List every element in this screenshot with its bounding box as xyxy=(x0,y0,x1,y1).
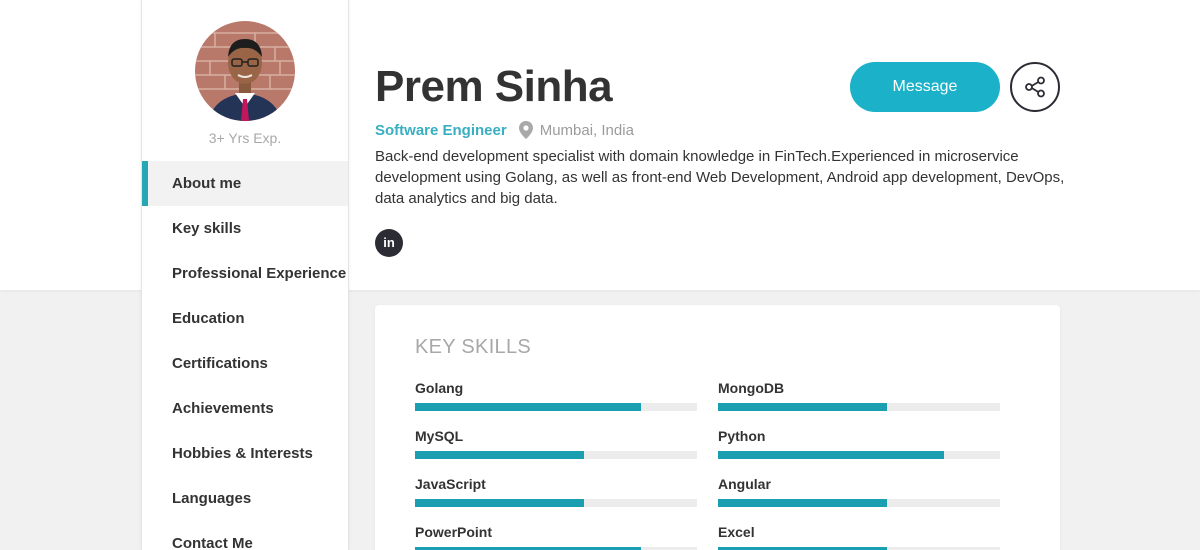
skill-name: Golang xyxy=(415,380,464,396)
skill-name: JavaScript xyxy=(415,476,486,492)
job-title: Software Engineer xyxy=(375,121,507,139)
profile-name: Prem Sinha xyxy=(375,62,613,111)
linkedin-icon[interactable]: in xyxy=(375,229,403,257)
sidebar-item-education[interactable]: Education xyxy=(142,296,348,341)
profile-bio: Back-end development specialist with dom… xyxy=(375,148,1065,207)
role-location-line: Software Engineer Mumbai, India xyxy=(375,120,634,140)
skill-bar xyxy=(415,403,697,411)
sidebar-item-professional-experience[interactable]: Professional Experience xyxy=(142,251,348,296)
skill-bar xyxy=(718,499,1000,507)
share-button[interactable] xyxy=(1010,62,1060,112)
key-skills-card: KEY SKILLS Golang MongoDB MySQL Python J… xyxy=(375,305,1060,550)
skill-name: MongoDB xyxy=(718,380,785,396)
key-skills-title: KEY SKILLS xyxy=(415,336,532,358)
skill-bar-fill xyxy=(415,451,585,459)
sidebar: 3+ Yrs Exp. About me Key skills Professi… xyxy=(141,0,349,550)
avatar xyxy=(195,21,295,121)
sidebar-item-hobbies-interests[interactable]: Hobbies & Interests xyxy=(142,431,348,476)
skill-name: PowerPoint xyxy=(415,524,493,540)
sidebar-item-certifications[interactable]: Certifications xyxy=(142,341,348,386)
skill-name: Excel xyxy=(718,524,755,540)
skill-item: MySQL xyxy=(415,428,697,459)
sidebar-item-about-me[interactable]: About me xyxy=(142,161,348,206)
skill-bar xyxy=(415,499,697,507)
skill-item: PowerPoint xyxy=(415,524,697,550)
skill-bar-fill xyxy=(415,499,585,507)
skill-name: Python xyxy=(718,428,766,444)
skill-bar xyxy=(718,451,1000,459)
share-icon xyxy=(1025,76,1045,98)
skill-item: Python xyxy=(718,428,1000,459)
skill-name: Angular xyxy=(718,476,771,492)
skill-item: Angular xyxy=(718,476,1000,507)
skill-bar xyxy=(415,451,697,459)
skill-item: MongoDB xyxy=(718,380,1000,411)
skill-bar-fill xyxy=(718,499,888,507)
skill-bar xyxy=(718,403,1000,411)
location-text: Mumbai, India xyxy=(539,121,634,139)
skill-item: Excel xyxy=(718,524,1000,550)
skill-item: Golang xyxy=(415,380,697,411)
skill-item: JavaScript xyxy=(415,476,697,507)
skill-bar-fill xyxy=(718,451,944,459)
sidebar-item-key-skills[interactable]: Key skills xyxy=(142,206,348,251)
skill-name: MySQL xyxy=(415,428,464,444)
sidebar-item-achievements[interactable]: Achievements xyxy=(142,386,348,431)
sidebar-nav: About me Key skills Professional Experie… xyxy=(142,161,348,550)
message-button[interactable]: Message xyxy=(850,62,1000,112)
sidebar-item-contact-me[interactable]: Contact Me xyxy=(142,521,348,550)
experience-label: 3+ Yrs Exp. xyxy=(208,130,282,146)
skill-bar-fill xyxy=(718,403,888,411)
sidebar-item-languages[interactable]: Languages xyxy=(142,476,348,521)
location-pin-icon xyxy=(518,121,533,139)
skill-bar-fill xyxy=(415,403,641,411)
